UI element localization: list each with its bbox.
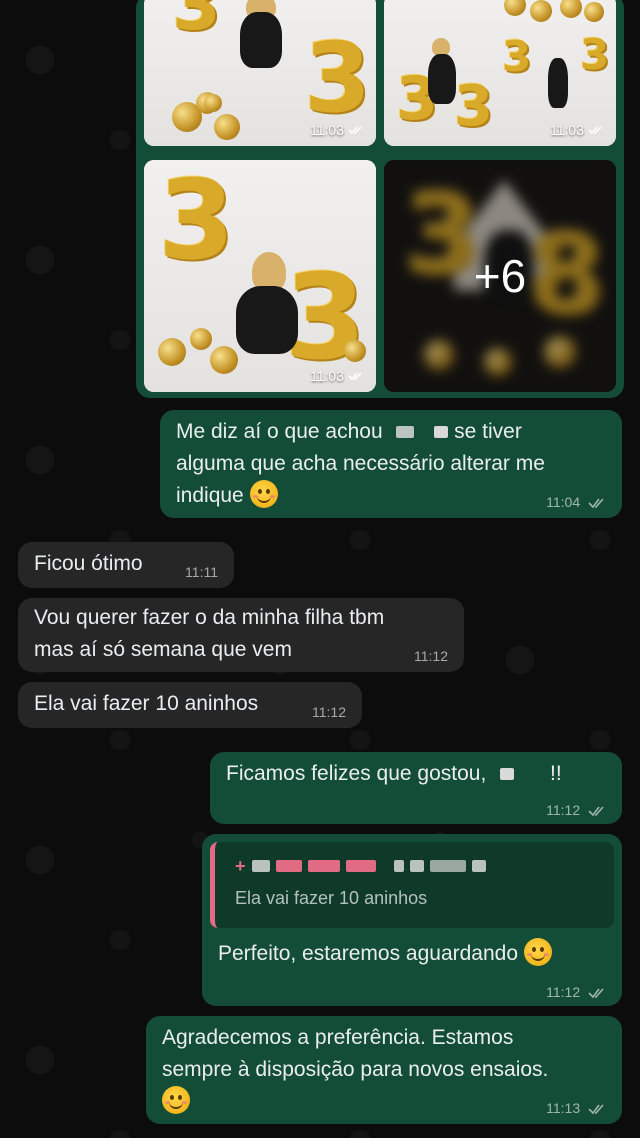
balloon-3-image: 3 bbox=[580, 30, 610, 79]
message-time: 11:13 bbox=[546, 1100, 581, 1116]
smiling-face-emoji bbox=[162, 1086, 190, 1115]
message-text: Ficamos felizes que gostou, !! bbox=[226, 758, 562, 790]
redacted-phone bbox=[251, 860, 270, 872]
redacted-name bbox=[500, 768, 515, 781]
gold-balloon-image bbox=[158, 338, 186, 366]
photo-timestamp: 11:03 bbox=[550, 122, 604, 138]
message-text-part: Me diz aí o que achou bbox=[176, 420, 383, 443]
incoming-message[interactable]: Ela vai fazer 10 aninhos 11:12 bbox=[18, 682, 362, 728]
message-text-part: !! bbox=[549, 762, 562, 785]
double-check-icon bbox=[588, 1103, 606, 1115]
message-text-part: mas aí só semana que vem bbox=[34, 638, 292, 661]
photo-timestamp: 11:03 bbox=[310, 122, 364, 138]
gold-balloon-image bbox=[214, 114, 240, 140]
balloon-3-image: 3 bbox=[158, 160, 235, 284]
redacted-phone bbox=[471, 860, 486, 872]
chat-area[interactable]: 3 3 11:03 3 3 3 3 11:03 3 3 11:03 3 8 +6… bbox=[0, 0, 640, 1138]
quoted-message[interactable]: + Ela vai fazer 10 aninhos bbox=[210, 842, 614, 928]
double-check-icon bbox=[588, 805, 606, 817]
message-text: Ela vai fazer 10 aninhos bbox=[34, 692, 259, 715]
double-check-icon bbox=[348, 126, 362, 135]
balloon-3-image: 3 bbox=[502, 32, 532, 81]
gold-balloon-image bbox=[344, 340, 366, 362]
gold-balloon-image bbox=[190, 328, 212, 350]
gold-balloon-image bbox=[584, 2, 604, 22]
quoted-sender-prefix: + bbox=[235, 855, 246, 876]
redacted-name bbox=[396, 426, 415, 439]
more-photos-count: +6 bbox=[384, 160, 616, 392]
smiling-face-emoji bbox=[249, 480, 278, 509]
redacted-phone bbox=[275, 860, 302, 872]
double-check-icon bbox=[588, 987, 606, 999]
message-time: 11:12 bbox=[312, 704, 346, 720]
message-text: Perfeito, estaremos aguardando bbox=[218, 938, 552, 970]
redacted-phone bbox=[429, 860, 466, 872]
message-meta: 11:13 bbox=[546, 1100, 606, 1116]
redacted-name bbox=[434, 426, 449, 439]
quoted-text: Ela vai fazer 10 aninhos bbox=[235, 888, 428, 908]
photo-thumbnail[interactable]: 3 3 11:03 bbox=[144, 0, 376, 146]
message-text-part: sempre à disposição para novos ensaios. bbox=[162, 1058, 549, 1081]
person-image bbox=[236, 286, 298, 354]
message-text-part: Perfeito, estaremos aguardando bbox=[218, 942, 519, 965]
balloon-3-image: 3 bbox=[454, 74, 493, 139]
message-text-part: Vou querer fazer o da minha filha tbm bbox=[34, 606, 385, 629]
photo-thumbnail-more[interactable]: 3 8 +6 bbox=[384, 160, 616, 392]
redacted-phone bbox=[409, 860, 424, 872]
photo-thumbnail[interactable]: 3 3 11:03 bbox=[144, 160, 376, 392]
photo-album-message[interactable]: 3 3 11:03 3 3 3 3 11:03 3 3 11:03 3 8 +6 bbox=[136, 0, 624, 398]
message-meta: 11:04 bbox=[546, 494, 606, 510]
double-check-icon bbox=[588, 497, 606, 509]
incoming-message[interactable]: Vou querer fazer o da minha filha tbm ma… bbox=[18, 598, 464, 672]
double-check-icon bbox=[348, 372, 362, 381]
outgoing-message[interactable]: Ficamos felizes que gostou, !! 11:12 bbox=[210, 752, 622, 824]
incoming-message[interactable]: Ficou ótimo 11:11 bbox=[18, 542, 234, 588]
message-text: Me diz aí o que achou se tiver alguma qu… bbox=[176, 416, 545, 512]
balloon-3-image: 3 bbox=[304, 22, 371, 134]
double-check-icon bbox=[588, 126, 602, 135]
redacted-phone bbox=[393, 860, 404, 872]
message-time: 11:12 bbox=[546, 984, 581, 1000]
message-text-part: indique bbox=[176, 484, 244, 507]
message-text-part: Ficamos felizes que gostou, bbox=[226, 762, 487, 785]
outgoing-message[interactable]: Me diz aí o que achou se tiver alguma qu… bbox=[160, 410, 622, 518]
quoted-sender: + bbox=[235, 855, 486, 876]
gold-balloon-image bbox=[210, 346, 238, 374]
message-time: 11:12 bbox=[546, 802, 581, 818]
redacted-phone bbox=[307, 860, 340, 872]
person-image bbox=[240, 12, 282, 68]
message-time: 11:12 bbox=[414, 648, 448, 664]
message-text-part: se tiver bbox=[454, 420, 522, 443]
message-text-part: alguma que acha necessário alterar me bbox=[176, 452, 545, 475]
message-time: 11:04 bbox=[546, 494, 581, 510]
message-time: 11:11 bbox=[185, 564, 218, 580]
balloon-3-image: 3 bbox=[172, 0, 221, 46]
outgoing-message[interactable]: Agradecemos a preferência. Estamos sempr… bbox=[146, 1016, 622, 1124]
outgoing-reply-message[interactable]: + Ela vai fazer 10 aninhos Perfeito, est… bbox=[202, 834, 622, 1006]
photo-thumbnail[interactable]: 3 3 3 3 11:03 bbox=[384, 0, 616, 146]
photo-timestamp: 11:03 bbox=[310, 368, 364, 384]
redacted-phone bbox=[345, 860, 376, 872]
smiling-face-emoji bbox=[523, 938, 552, 967]
message-text-part: Agradecemos a preferência. Estamos bbox=[162, 1026, 514, 1049]
gold-balloon-image bbox=[204, 94, 222, 112]
message-text: Agradecemos a preferência. Estamos sempr… bbox=[162, 1022, 548, 1118]
person-image bbox=[548, 58, 568, 108]
message-text: Ficou ótimo bbox=[34, 552, 143, 575]
person-image bbox=[428, 54, 456, 104]
message-meta: 11:12 bbox=[546, 802, 606, 818]
message-meta: 11:12 bbox=[546, 984, 606, 1000]
message-text: Vou querer fazer o da minha filha tbm ma… bbox=[34, 602, 384, 666]
gold-balloon-image bbox=[530, 0, 552, 22]
